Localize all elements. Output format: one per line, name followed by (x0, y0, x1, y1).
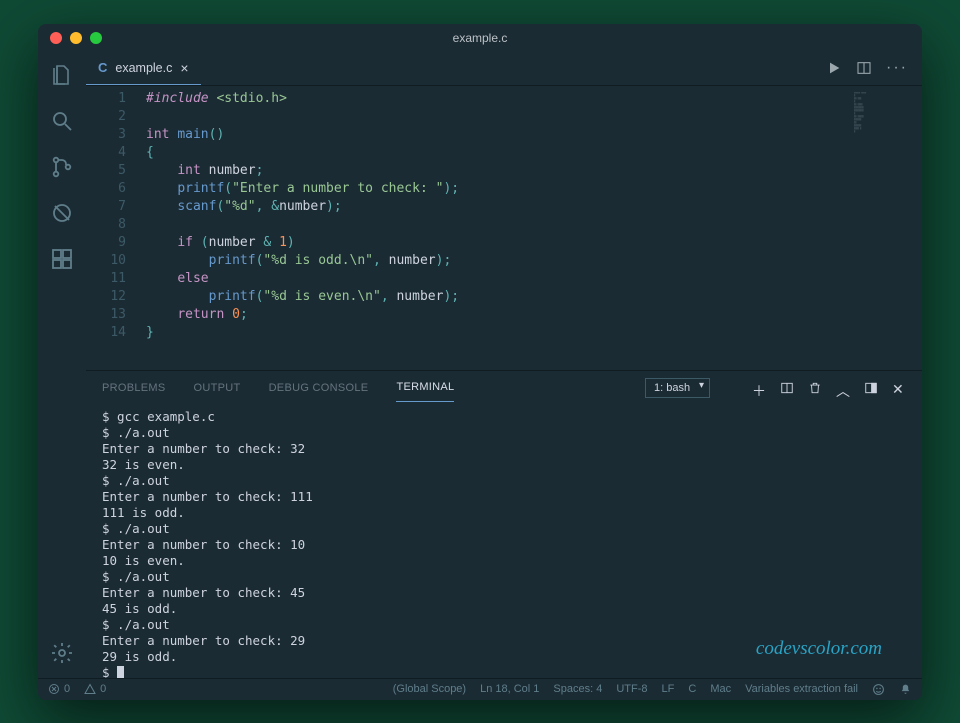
status-extra[interactable]: Variables extraction fail (745, 683, 858, 695)
status-encoding[interactable]: UTF-8 (616, 683, 647, 695)
terminal-actions: ＋ ︿ ✕ (752, 381, 906, 395)
bottom-panel: PROBLEMS OUTPUT DEBUG CONSOLE TERMINAL 1… (86, 370, 922, 678)
activity-bar (38, 52, 86, 678)
titlebar[interactable]: example.c (38, 24, 922, 52)
kill-terminal-icon[interactable] (808, 381, 822, 395)
maximize-panel-icon[interactable]: ︿ (836, 381, 850, 395)
settings-gear-icon[interactable] (49, 640, 75, 666)
close-tab-icon[interactable]: × (180, 60, 188, 76)
main-area: C example.c × ··· 1234567891011121314 #i… (38, 52, 922, 678)
c-file-icon: C (98, 60, 107, 75)
notifications-bell-icon[interactable] (899, 683, 912, 696)
new-terminal-icon[interactable]: ＋ (752, 381, 766, 395)
code-content[interactable]: #include <stdio.h>int main(){ int number… (146, 86, 922, 370)
tab-terminal[interactable]: TERMINAL (396, 373, 454, 402)
code-editor[interactable]: 1234567891011121314 #include <stdio.h>in… (86, 86, 922, 370)
status-eol[interactable]: LF (662, 683, 675, 695)
editor-actions: ··· (826, 52, 922, 85)
extensions-icon[interactable] (49, 246, 75, 272)
tab-debug-console[interactable]: DEBUG CONSOLE (269, 374, 369, 402)
status-bar: 0 0 (Global Scope) Ln 18, Col 1 Spaces: … (38, 678, 922, 700)
window-controls (50, 32, 102, 44)
feedback-smiley-icon[interactable] (872, 683, 885, 696)
more-actions-icon[interactable]: ··· (886, 59, 908, 77)
split-terminal-icon[interactable] (780, 381, 794, 395)
explorer-icon[interactable] (49, 62, 75, 88)
terminal-select-wrap: 1: bash (645, 378, 710, 398)
status-language[interactable]: C (688, 683, 696, 695)
tab-bar: C example.c × ··· (86, 52, 922, 86)
status-scope[interactable]: (Global Scope) (393, 683, 466, 695)
split-editor-icon[interactable] (856, 60, 872, 76)
terminal-select[interactable]: 1: bash (645, 378, 710, 398)
status-spaces[interactable]: Spaces: 4 (553, 683, 602, 695)
tab-example-c[interactable]: C example.c × (86, 52, 201, 85)
tab-filename: example.c (115, 61, 172, 75)
run-icon[interactable] (826, 60, 842, 76)
source-control-icon[interactable] (49, 154, 75, 180)
toggle-panel-icon[interactable] (864, 381, 878, 395)
editor-area: C example.c × ··· 1234567891011121314 #i… (86, 52, 922, 678)
debug-icon[interactable] (49, 200, 75, 226)
status-warnings[interactable]: 0 (84, 683, 106, 695)
tab-problems[interactable]: PROBLEMS (102, 374, 166, 402)
minimize-window-icon[interactable] (70, 32, 82, 44)
window-title: example.c (38, 31, 922, 45)
editor-window: example.c (38, 24, 922, 700)
zoom-window-icon[interactable] (90, 32, 102, 44)
panel-tabs: PROBLEMS OUTPUT DEBUG CONSOLE TERMINAL 1… (86, 371, 922, 405)
status-cursor[interactable]: Ln 18, Col 1 (480, 683, 539, 695)
minimap[interactable]: █████ ███████ ████ ██ ████ ████████ ████… (854, 92, 914, 152)
status-errors[interactable]: 0 (48, 683, 70, 695)
close-window-icon[interactable] (50, 32, 62, 44)
status-os[interactable]: Mac (710, 683, 731, 695)
line-gutter: 1234567891011121314 (86, 86, 146, 370)
close-panel-icon[interactable]: ✕ (892, 381, 906, 395)
tab-output[interactable]: OUTPUT (194, 374, 241, 402)
terminal-output[interactable]: $ gcc example.c$ ./a.outEnter a number t… (86, 405, 922, 678)
search-icon[interactable] (49, 108, 75, 134)
